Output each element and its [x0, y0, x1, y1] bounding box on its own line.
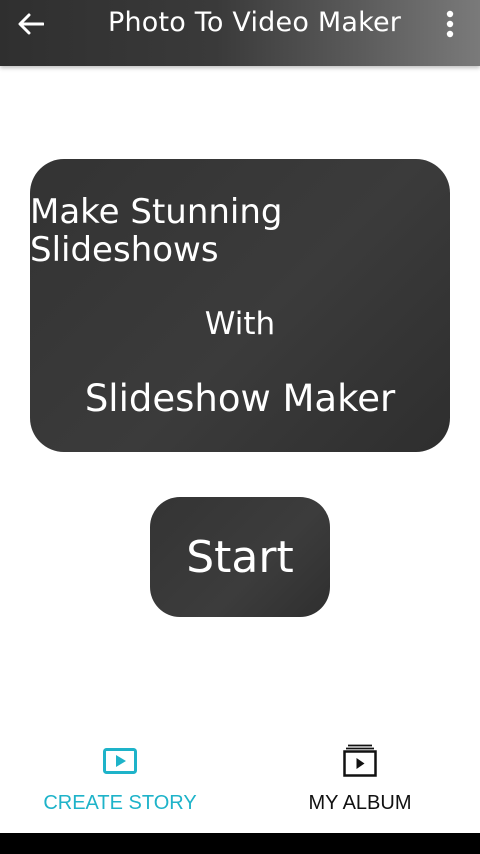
nav-label-my-album: MY ALBUM	[308, 792, 412, 814]
back-button[interactable]	[18, 7, 66, 41]
play-video-icon	[103, 748, 137, 774]
banner-headline: Make Stunning Slideshows	[30, 192, 283, 270]
toolbar: Photo To Video Maker	[0, 0, 480, 66]
banner-product-name: Slideshow Maker	[84, 377, 396, 420]
banner-connector: With	[204, 306, 276, 342]
more-vertical-icon	[446, 10, 454, 38]
bottom-navigation: CREATE STORY MY ALBUM	[0, 733, 480, 833]
promo-banner: Make Stunning Slideshows With Slideshow …	[30, 159, 450, 452]
app-screen: Photo To Video Maker Make Stunning Slide…	[0, 0, 480, 854]
start-button[interactable]: Start	[150, 497, 330, 617]
nav-item-my-album[interactable]: MY ALBUM	[240, 733, 480, 833]
nav-label-create-story: CREATE STORY	[43, 792, 197, 814]
system-navigation-bar	[0, 833, 480, 854]
album-stack-icon	[343, 744, 377, 777]
overflow-menu-button[interactable]	[442, 8, 458, 40]
page-title: Photo To Video Maker	[108, 7, 402, 38]
arrow-left-icon	[18, 13, 44, 35]
nav-item-create-story[interactable]: CREATE STORY	[0, 733, 240, 833]
